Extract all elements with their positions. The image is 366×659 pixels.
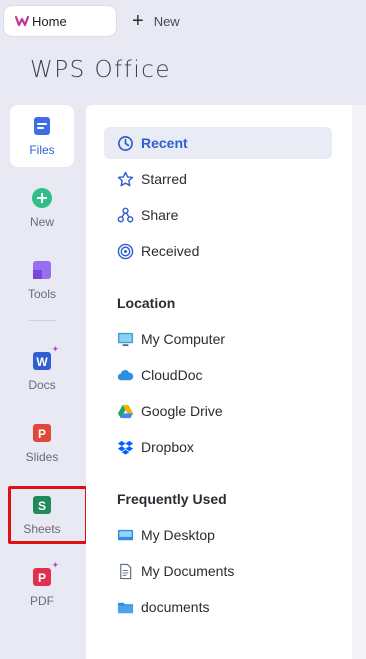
new-tab-button[interactable]: + New xyxy=(132,6,180,36)
star-icon xyxy=(116,170,134,188)
folder-icon xyxy=(116,598,134,616)
location-label-google-drive: Google Drive xyxy=(141,403,223,419)
rail-label-new: New xyxy=(29,215,54,229)
tab-strip: Home + New xyxy=(0,0,366,40)
plus-circle-icon xyxy=(32,188,52,208)
computer-icon xyxy=(116,330,134,348)
nav-share[interactable]: Share xyxy=(104,199,332,231)
rail-item-pdf[interactable]: P ✦ PDF xyxy=(10,556,74,618)
location-label-dropbox: Dropbox xyxy=(141,439,194,455)
rail-label-files: Files xyxy=(29,143,55,157)
new-tab-label: New xyxy=(153,13,180,29)
files-panel: Recent Starred Share Received Location M… xyxy=(86,105,366,659)
rail-item-slides[interactable]: P Slides xyxy=(10,412,74,474)
rail-item-tools[interactable]: Tools xyxy=(10,249,74,311)
rail-label-slides: Slides xyxy=(25,450,59,464)
left-rail: Files New Tools W ✦ Docs P Slides S Shee… xyxy=(0,100,88,659)
frequent-documents-folder[interactable]: documents xyxy=(104,591,332,623)
nav-received-label: Received xyxy=(141,243,200,259)
rail-item-new[interactable]: New xyxy=(10,177,74,239)
nav-starred[interactable]: Starred xyxy=(104,163,332,195)
files-icon xyxy=(34,117,50,135)
rail-label-pdf: PDF xyxy=(30,594,54,608)
svg-text:W: W xyxy=(36,355,48,369)
cloud-icon xyxy=(116,366,134,384)
sparkle-icon: ✦ xyxy=(51,560,59,570)
svg-text:P: P xyxy=(38,571,46,585)
tab-home-label: Home xyxy=(32,13,67,29)
rail-item-docs[interactable]: W ✦ Docs xyxy=(10,340,74,402)
frequent-label-my-desktop: My Desktop xyxy=(141,527,215,543)
docs-icon: W ✦ xyxy=(31,344,59,372)
plus-icon: + xyxy=(132,10,144,32)
panel-edge xyxy=(352,105,366,659)
frequent-label-my-documents: My Documents xyxy=(141,563,235,579)
received-icon xyxy=(116,242,134,260)
location-section-title: Location xyxy=(117,295,176,311)
frequent-label-documents: documents xyxy=(141,599,210,615)
nav-starred-label: Starred xyxy=(141,171,187,187)
google-drive-icon xyxy=(116,402,134,420)
nav-recent-label: Recent xyxy=(141,135,188,151)
tools-icon xyxy=(33,261,51,279)
location-dropbox[interactable]: Dropbox xyxy=(104,431,332,463)
wps-logo-icon xyxy=(15,15,29,27)
document-icon xyxy=(116,562,134,580)
location-label-clouddoc: CloudDoc xyxy=(141,367,203,383)
frequent-section-title: Frequently Used xyxy=(117,491,227,507)
svg-text:P: P xyxy=(38,427,46,441)
nav-recent[interactable]: Recent xyxy=(104,127,332,159)
sheets-highlight-box xyxy=(8,486,88,544)
sparkle-icon: ✦ xyxy=(51,344,59,354)
nav-received[interactable]: Received xyxy=(104,235,332,267)
dropbox-icon xyxy=(116,438,134,456)
location-label-my-computer: My Computer xyxy=(141,331,226,347)
desktop-icon xyxy=(116,526,134,544)
rail-label-docs: Docs xyxy=(28,378,56,392)
slides-icon: P xyxy=(33,424,51,442)
share-icon xyxy=(116,206,134,224)
clock-icon xyxy=(116,134,134,152)
rail-divider xyxy=(28,320,56,321)
frequent-my-documents[interactable]: My Documents xyxy=(104,555,332,587)
brand-title: WPS Office xyxy=(30,57,172,83)
pdf-icon: P ✦ xyxy=(31,560,59,588)
tab-home[interactable]: Home xyxy=(4,6,116,36)
location-clouddoc[interactable]: CloudDoc xyxy=(104,359,332,391)
location-my-computer[interactable]: My Computer xyxy=(104,323,332,355)
location-google-drive[interactable]: Google Drive xyxy=(104,395,332,427)
rail-label-tools: Tools xyxy=(27,287,56,301)
rail-item-files[interactable]: Files xyxy=(10,105,74,167)
frequent-my-desktop[interactable]: My Desktop xyxy=(104,519,332,551)
nav-share-label: Share xyxy=(141,207,179,223)
